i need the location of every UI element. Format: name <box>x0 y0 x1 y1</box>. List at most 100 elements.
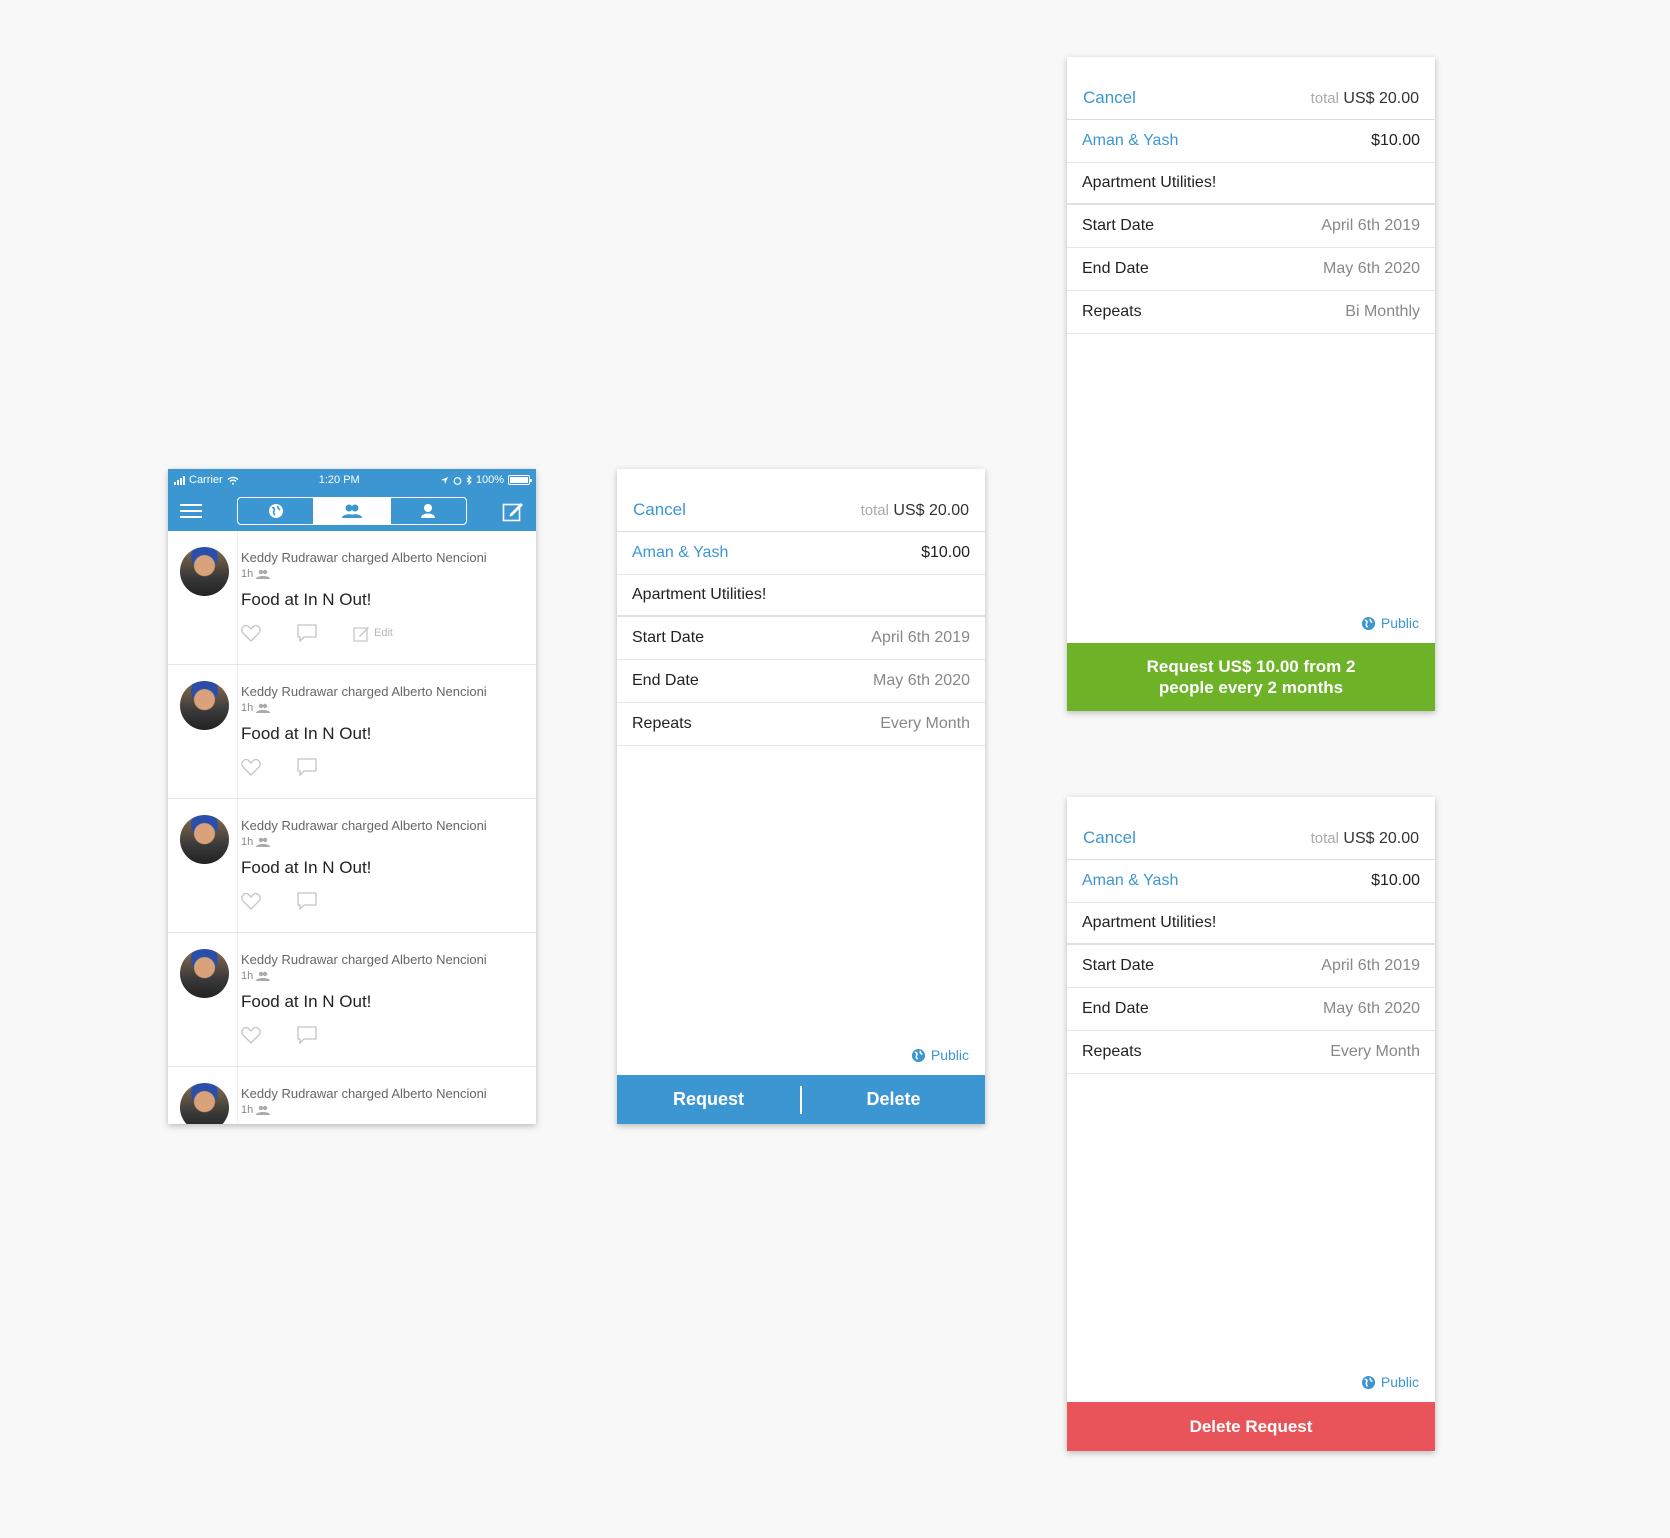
friends-icon <box>256 703 271 713</box>
total-amount: total US$ 20.00 <box>861 502 969 520</box>
repeats-row[interactable]: Repeats Every Month <box>617 703 985 746</box>
repeats-row[interactable]: Repeats Every Month <box>1067 1031 1435 1074</box>
recipients-label[interactable]: Aman & Yash <box>1082 872 1178 890</box>
repeats-label: Repeats <box>632 715 692 732</box>
compose-icon[interactable] <box>502 500 524 522</box>
feed-item-title: Food at In N Out! <box>241 858 372 877</box>
feed-segmented-control <box>237 497 467 525</box>
end-date-label: End Date <box>632 672 699 689</box>
feed-item[interactable]: Keddy Rudrawar charged Alberto Nencioni … <box>168 1067 536 1124</box>
like-icon[interactable] <box>241 1026 261 1044</box>
wifi-icon <box>227 476 239 485</box>
delete-button[interactable]: Delete <box>802 1089 985 1110</box>
repeats-value: Bi Monthly <box>1345 303 1420 320</box>
feed-item[interactable]: Keddy Rudrawar charged Alberto Nencioni … <box>168 665 536 799</box>
end-date-value: May 6th 2020 <box>1323 260 1420 277</box>
total-amount: total US$ 20.00 <box>1311 830 1419 848</box>
end-date-row[interactable]: End Date May 6th 2020 <box>1067 248 1435 291</box>
friends-icon <box>256 1105 271 1115</box>
feed-item-time: 1h <box>241 568 254 580</box>
total-label: total <box>860 502 889 519</box>
menu-icon[interactable] <box>180 503 202 519</box>
per-person-amount: $10.00 <box>1371 132 1420 149</box>
memo-text: Apartment Utilities! <box>632 586 767 603</box>
recipients-label[interactable]: Aman & Yash <box>632 544 728 562</box>
carrier-label: Carrier <box>189 474 223 486</box>
feed-item-meta: Keddy Rudrawar charged Alberto Nencioni <box>241 1086 487 1101</box>
feed-item[interactable]: Keddy Rudrawar charged Alberto Nencioni … <box>168 531 536 665</box>
status-time: 1:20 PM <box>318 474 360 486</box>
cancel-button[interactable]: Cancel <box>1083 828 1136 848</box>
status-bar: Carrier 1:20 PM 100% <box>168 469 536 491</box>
recipients-row[interactable]: Aman & Yash $10.00 <box>1067 120 1435 163</box>
like-icon[interactable] <box>241 624 261 642</box>
recurring-request-screen: Cancel total US$ 20.00 Aman & Yash $10.0… <box>1067 57 1435 711</box>
feed-item[interactable]: Keddy Rudrawar charged Alberto Nencioni … <box>168 799 536 933</box>
edit-label: Edit <box>374 627 393 639</box>
feed-item-meta: Keddy Rudrawar charged Alberto Nencioni <box>241 818 487 833</box>
comment-icon[interactable] <box>297 758 317 776</box>
recipients-row[interactable]: Aman & Yash $10.00 <box>1067 860 1435 903</box>
total-value: US$ 20.00 <box>893 502 969 519</box>
tab-friends[interactable] <box>314 498 391 524</box>
start-date-row[interactable]: Start Date April 6th 2019 <box>1067 205 1435 248</box>
memo-row[interactable]: Apartment Utilities! <box>617 575 985 617</box>
repeats-value: Every Month <box>1330 1043 1420 1060</box>
bluetooth-icon <box>466 475 472 485</box>
cancel-button[interactable]: Cancel <box>633 500 686 520</box>
repeats-label: Repeats <box>1082 1043 1142 1060</box>
visibility-label: Public <box>930 1047 969 1063</box>
comment-icon[interactable] <box>297 624 317 642</box>
battery-icon <box>507 475 532 485</box>
feed-item-meta: Keddy Rudrawar charged Alberto Nencioni <box>241 550 487 565</box>
request-button[interactable]: Request <box>617 1089 800 1110</box>
avatar[interactable] <box>180 815 229 864</box>
memo-text: Apartment Utilities! <box>1082 174 1217 191</box>
action-bar: Request Delete <box>617 1075 985 1124</box>
visibility-toggle[interactable]: Public <box>617 1047 985 1075</box>
visibility-toggle[interactable]: Public <box>1067 615 1435 643</box>
send-request-button[interactable]: Request US$ 10.00 from 2 people every 2 … <box>1067 643 1435 711</box>
repeats-label: Repeats <box>1082 303 1142 320</box>
recipients-label[interactable]: Aman & Yash <box>1082 132 1178 150</box>
total-value: US$ 20.00 <box>1343 830 1419 847</box>
memo-row[interactable]: Apartment Utilities! <box>1067 903 1435 945</box>
delete-request-button[interactable]: Delete Request <box>1067 1402 1435 1451</box>
end-date-row[interactable]: End Date May 6th 2020 <box>617 660 985 703</box>
memo-text: Apartment Utilities! <box>1082 914 1217 931</box>
avatar[interactable] <box>180 547 229 596</box>
start-date-value: April 6th 2019 <box>871 629 970 646</box>
like-icon[interactable] <box>241 892 261 910</box>
globe-icon <box>1361 1375 1375 1389</box>
avatar[interactable] <box>180 1083 229 1124</box>
delete-request-screen: Cancel total US$ 20.00 Aman & Yash $10.0… <box>1067 797 1435 1451</box>
comment-icon[interactable] <box>297 892 317 910</box>
repeats-row[interactable]: Repeats Bi Monthly <box>1067 291 1435 334</box>
recipients-row[interactable]: Aman & Yash $10.00 <box>617 532 985 575</box>
feed-item-time: 1h <box>241 702 254 714</box>
start-date-row[interactable]: Start Date April 6th 2019 <box>617 617 985 660</box>
start-date-value: April 6th 2019 <box>1321 217 1420 234</box>
friends-icon <box>256 837 271 847</box>
avatar[interactable] <box>180 681 229 730</box>
memo-row[interactable]: Apartment Utilities! <box>1067 163 1435 205</box>
end-date-label: End Date <box>1082 260 1149 277</box>
cancel-button[interactable]: Cancel <box>1083 88 1136 108</box>
feed-item-time: 1h <box>241 970 254 982</box>
tab-me[interactable] <box>391 498 466 524</box>
end-date-row[interactable]: End Date May 6th 2020 <box>1067 988 1435 1031</box>
visibility-toggle[interactable]: Public <box>1067 1374 1435 1402</box>
like-icon[interactable] <box>241 758 261 776</box>
friends-icon <box>341 504 362 518</box>
feed-item[interactable]: Keddy Rudrawar charged Alberto Nencioni … <box>168 933 536 1067</box>
avatar[interactable] <box>180 949 229 998</box>
end-date-value: May 6th 2020 <box>873 672 970 689</box>
request-detail-screen: Cancel total US$ 20.00 Aman & Yash $10.0… <box>617 469 985 1124</box>
edit-button[interactable]: Edit <box>353 625 393 642</box>
edit-icon <box>353 626 369 642</box>
feed-screen: Carrier 1:20 PM 100% Keddy Rudrawar char… <box>168 469 536 1124</box>
tab-public[interactable] <box>238 498 315 524</box>
start-date-value: April 6th 2019 <box>1321 957 1420 974</box>
comment-icon[interactable] <box>297 1026 317 1044</box>
start-date-row[interactable]: Start Date April 6th 2019 <box>1067 945 1435 988</box>
